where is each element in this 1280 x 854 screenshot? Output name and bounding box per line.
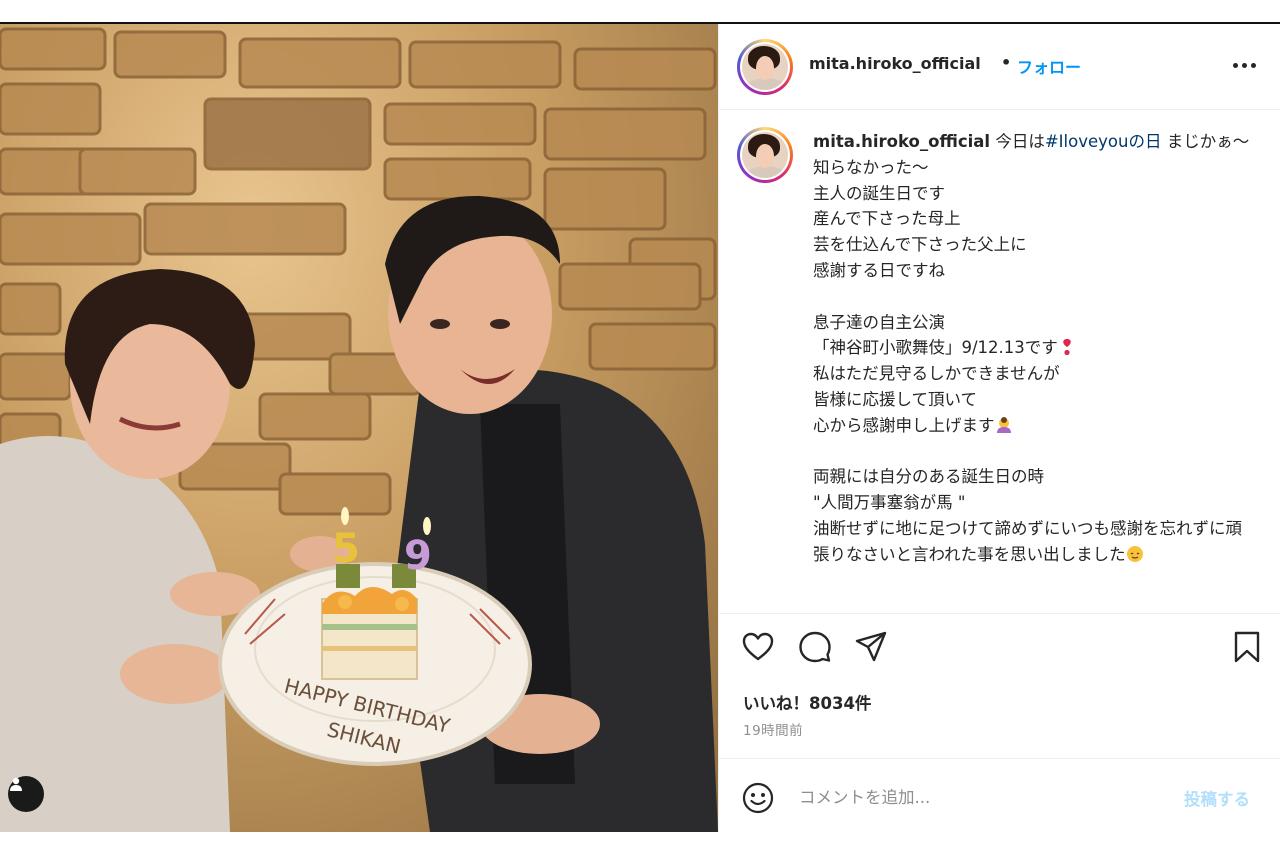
- post-header: mita.hiroko_official • フォロー: [719, 24, 1280, 110]
- caption-author-avatar[interactable]: [737, 127, 793, 183]
- heart-exclamation-emoji: [1063, 339, 1071, 356]
- hashtag-link[interactable]: #Iloveyouの日: [1045, 132, 1162, 151]
- heart-icon[interactable]: [741, 630, 775, 664]
- caption-body-2: 私はただ見守るしかできませんが 皆様に応援して頂いて 心から感謝申し上げます: [813, 364, 1060, 435]
- comment-icon[interactable]: [798, 630, 832, 664]
- candle-digit-five: 5: [332, 526, 360, 572]
- caption-scroll-area[interactable]: mita.hiroko_official 今日は#Iloveyouの日 まじかぁ…: [719, 111, 1280, 613]
- bottom-margin: [0, 832, 1280, 854]
- person-bowing-emoji: [996, 416, 1011, 433]
- caption-body-1: まじかぁ〜 知らなかった〜 主人の誕生日です 産んで下さった母上 芸を仕込んで下…: [813, 132, 1250, 358]
- relieved-face-emoji: [1126, 545, 1143, 562]
- comment-input[interactable]: [799, 779, 1169, 815]
- follow-button[interactable]: フォロー: [1017, 54, 1081, 78]
- candle-digit-nine: 9: [404, 533, 432, 579]
- post-panel: mita.hiroko_official • フォロー mita.hiroko_…: [718, 24, 1280, 832]
- caption-username-link[interactable]: mita.hiroko_official: [813, 132, 990, 151]
- author-avatar[interactable]: [737, 39, 793, 95]
- top-margin: [0, 0, 1280, 24]
- likes-count[interactable]: いいね！8034件: [743, 690, 871, 714]
- birthday-cake: [321, 586, 418, 680]
- post-timestamp[interactable]: 19時間前: [743, 719, 803, 739]
- separator-dot: •: [1001, 53, 1012, 72]
- caption-text: mita.hiroko_official 今日は#Iloveyouの日 まじかぁ…: [813, 129, 1251, 568]
- user-tag-icon[interactable]: [8, 776, 44, 812]
- paper-plane-icon[interactable]: [854, 630, 888, 664]
- smiley-icon[interactable]: [741, 781, 775, 815]
- author-username-link[interactable]: mita.hiroko_official: [809, 54, 981, 73]
- post-photo[interactable]: 5 9 HAPPY BIRTHDAY SHIKAN: [0, 24, 718, 832]
- caption-intro: 今日は: [990, 132, 1045, 151]
- comment-bar: 投稿する: [719, 758, 1280, 832]
- bookmark-icon[interactable]: [1230, 630, 1264, 664]
- post-comment-button[interactable]: 投稿する: [1184, 786, 1250, 810]
- photo-illustration: 5 9 HAPPY BIRTHDAY SHIKAN: [0, 27, 718, 832]
- more-horizontal-icon[interactable]: [1229, 50, 1259, 80]
- caption-body-3: 両親には自分のある誕生日の時 "人間万事塞翁が馬 " 油断せずに地に足つけて諦め…: [813, 467, 1242, 564]
